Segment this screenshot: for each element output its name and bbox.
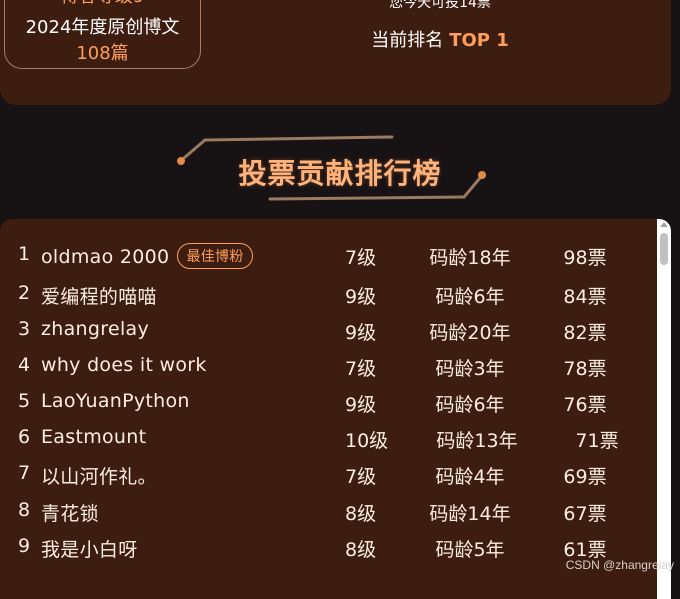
scroll-up-arrow-icon[interactable]	[660, 222, 668, 227]
table-row[interactable]: 3 zhangrelay 9级 码龄20年 82票	[0, 314, 657, 350]
code-age: 码龄3年	[435, 358, 505, 380]
code-age: 码龄6年	[435, 394, 505, 416]
user-name[interactable]: 我是小白呀	[41, 535, 138, 562]
rank-number: 4	[18, 354, 31, 376]
code-age: 码龄18年	[429, 247, 511, 269]
rank-number: 2	[18, 282, 31, 304]
section-title: 投票贡献排行榜	[238, 157, 442, 190]
table-row[interactable]: 5 LaoYuanPython 9级 码龄6年 76票	[0, 386, 657, 422]
table-row[interactable]: 7 以山河作礼。 7级 码龄4年 69票	[0, 458, 657, 494]
best-fan-tag: 最佳博粉	[177, 243, 253, 269]
vote-count: 84票	[563, 286, 607, 308]
code-age: 码龄20年	[429, 322, 511, 344]
blog-level-badge: 博客等级9 2024年度原创博文 108篇	[4, 0, 201, 69]
annual-articles-label: 2024年度原创博文	[25, 17, 180, 38]
current-rank: 当前排名 TOP 1	[340, 26, 540, 52]
list-scrollbar[interactable]	[657, 219, 671, 599]
user-level: 7级	[345, 247, 377, 269]
scroll-thumb[interactable]	[660, 233, 668, 265]
user-name[interactable]: zhangrelay	[41, 318, 149, 340]
user-name[interactable]: LaoYuanPython	[41, 390, 190, 412]
user-level: 8级	[345, 539, 377, 561]
votes-remaining: 您今天可投14票	[389, 0, 491, 11]
user-name[interactable]: oldmao 2000 最佳博粉	[41, 243, 253, 269]
user-level: 10级	[345, 430, 389, 452]
rank-number: 1	[18, 243, 31, 265]
code-age: 码龄5年	[435, 539, 505, 561]
table-row[interactable]: 8 青花锁 8级 码龄14年 67票	[0, 495, 657, 531]
user-name[interactable]: 青花锁	[41, 499, 99, 526]
blog-level: 博客等级9	[5, 0, 200, 8]
rank-label: 当前排名	[371, 30, 444, 51]
rank-number: 6	[18, 426, 31, 448]
user-level: 8级	[345, 503, 377, 525]
user-name[interactable]: 爱编程的喵喵	[41, 282, 157, 309]
user-name[interactable]: Eastmount	[41, 426, 146, 448]
table-row[interactable]: 4 why does it work 7级 码龄3年 78票	[0, 350, 657, 386]
table-row[interactable]: 6 Eastmount 10级 码龄13年 71票	[0, 422, 657, 458]
watermark: CSDN @zhangrelay	[565, 558, 674, 572]
user-level: 9级	[345, 322, 377, 344]
article-count: 108篇	[76, 43, 129, 64]
code-age: 码龄14年	[429, 503, 511, 525]
user-level: 7级	[345, 466, 377, 488]
vote-count: 76票	[563, 394, 607, 416]
rank-number: 8	[18, 499, 31, 521]
user-level: 7级	[345, 358, 377, 380]
vote-count: 69票	[563, 466, 607, 488]
vote-count: 78票	[563, 358, 607, 380]
rank-number: 9	[18, 535, 31, 557]
code-age: 码龄13年	[436, 430, 518, 452]
vote-count: 71票	[575, 430, 619, 452]
vote-count: 82票	[563, 322, 607, 344]
vote-count: 98票	[563, 247, 607, 269]
user-name[interactable]: 以山河作礼。	[41, 462, 157, 489]
user-name[interactable]: why does it work	[41, 354, 207, 376]
user-level: 9级	[345, 394, 377, 416]
vote-count: 67票	[563, 503, 607, 525]
user-name-text: oldmao 2000	[41, 246, 170, 268]
rank-number: 3	[18, 318, 31, 340]
code-age: 码龄6年	[435, 286, 505, 308]
table-row[interactable]: 1 oldmao 2000 最佳博粉 7级 码龄18年 98票	[0, 239, 657, 275]
code-age: 码龄4年	[435, 466, 505, 488]
ranking-list: 1 oldmao 2000 最佳博粉 7级 码龄18年 98票 2 爱编程的喵喵 …	[0, 219, 671, 599]
rank-number: 5	[18, 390, 31, 412]
rank-number: 7	[18, 462, 31, 484]
rank-value: TOP 1	[449, 30, 509, 51]
user-level: 9级	[345, 286, 377, 308]
table-row[interactable]: 9 我是小白呀 8级 码龄5年 61票	[0, 531, 657, 567]
table-row[interactable]: 2 爱编程的喵喵 9级 码龄6年 84票	[0, 278, 657, 314]
profile-summary-card: 博客等级9 2024年度原创博文 108篇 您今天可投14票 当前排名TOP 1	[0, 0, 671, 105]
section-header: 投票贡献排行榜	[0, 130, 680, 210]
